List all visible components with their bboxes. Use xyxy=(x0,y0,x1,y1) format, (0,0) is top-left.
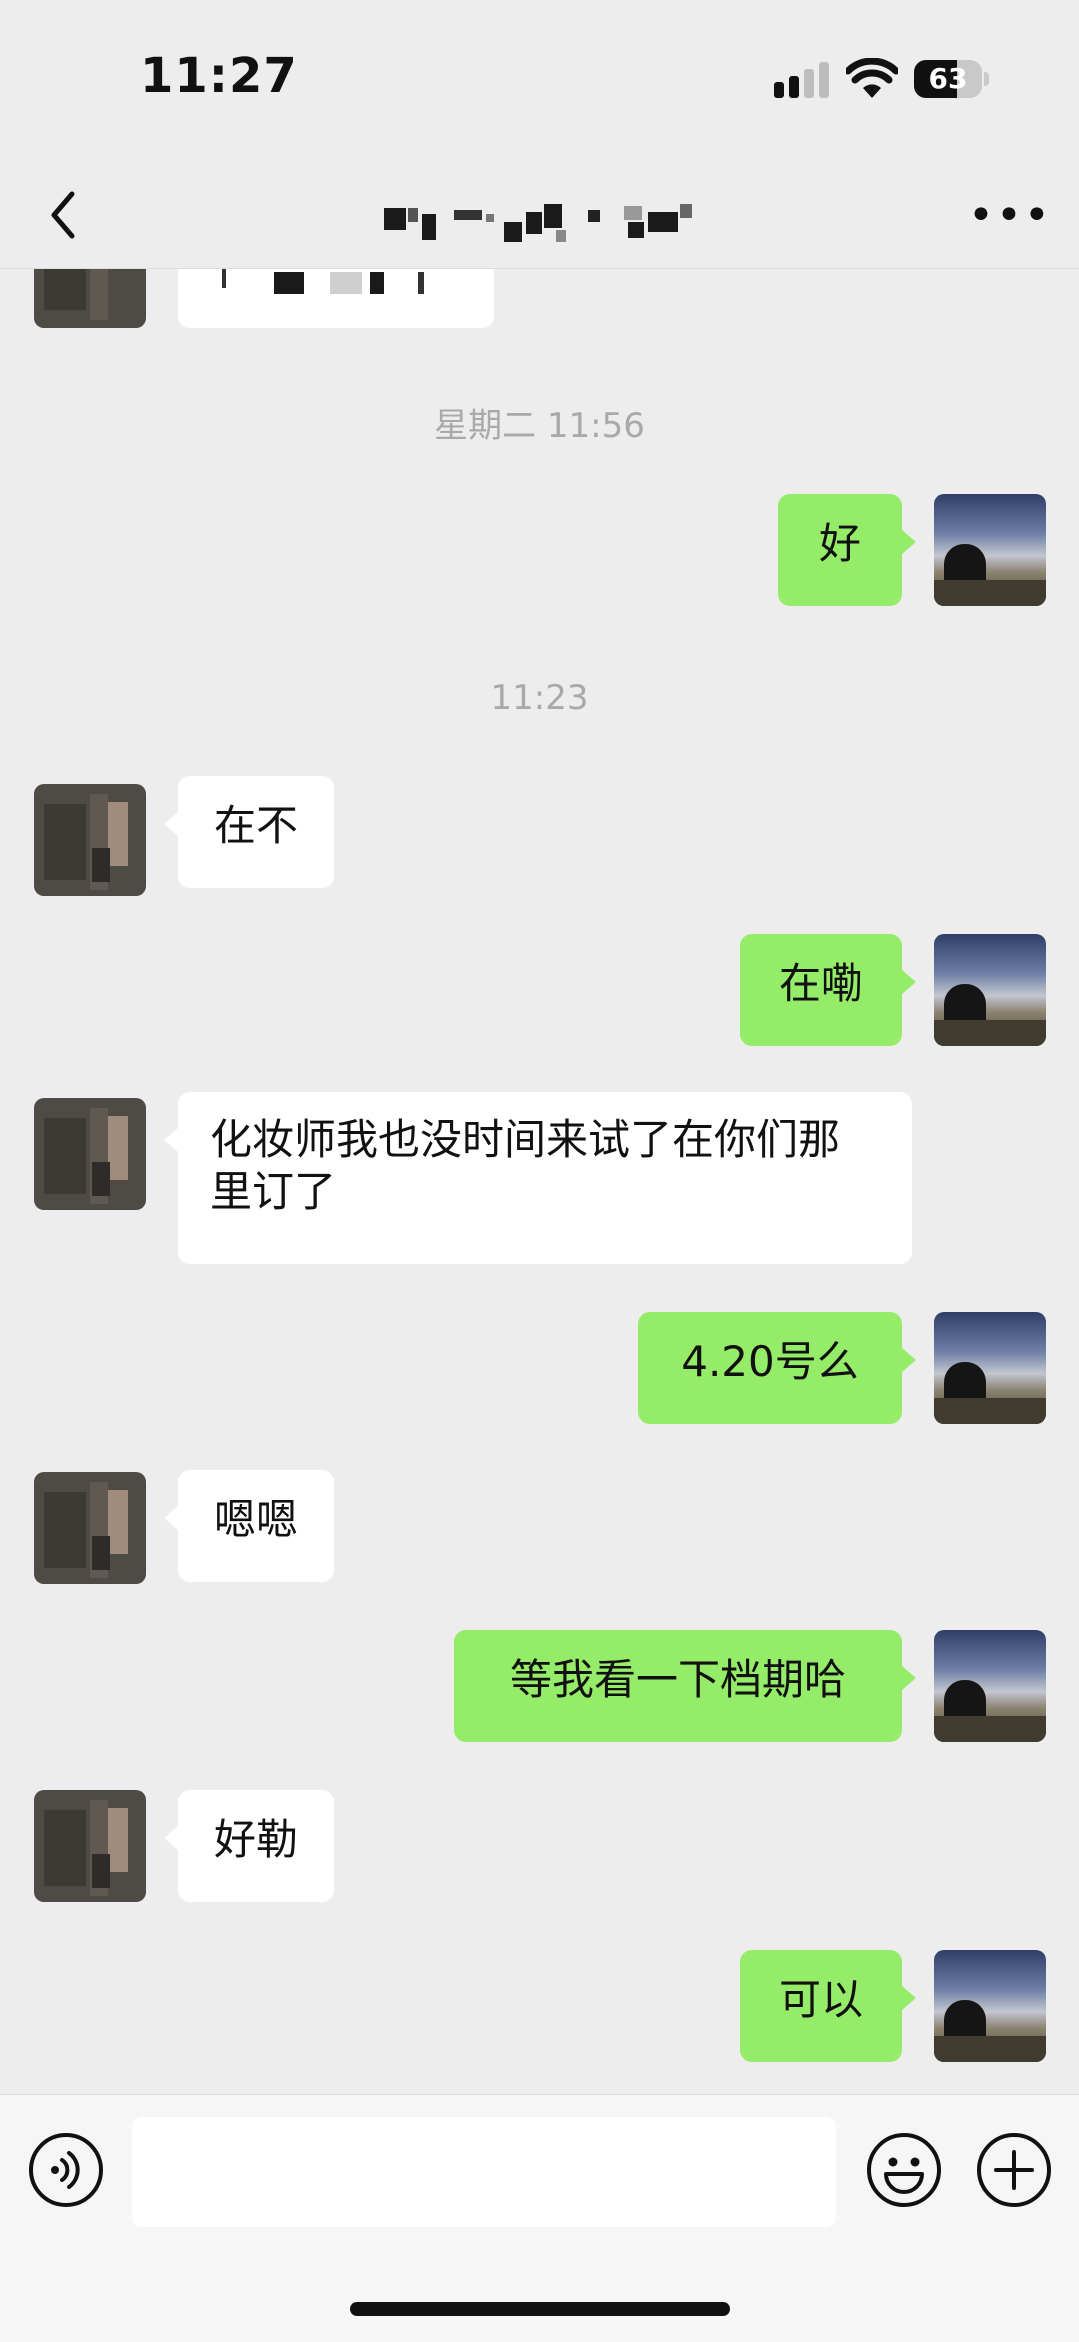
wifi-icon xyxy=(846,58,898,98)
cellular-signal-icon xyxy=(774,62,829,98)
emoji-icon[interactable] xyxy=(866,2132,942,2208)
my-avatar[interactable] xyxy=(934,934,1046,1046)
avatar-pixel xyxy=(92,1162,110,1196)
status-bar: 11:27 63 xyxy=(0,0,1079,160)
avatar-hill xyxy=(934,1020,1046,1046)
contact-avatar[interactable] xyxy=(34,1790,146,1902)
contact-avatar[interactable] xyxy=(34,1472,146,1584)
message-bubble-incoming[interactable]: 好勒 xyxy=(163,1790,335,1902)
avatar-hill xyxy=(934,580,1046,606)
avatar-pixel xyxy=(108,802,128,866)
my-avatar[interactable] xyxy=(934,1312,1046,1424)
my-avatar[interactable] xyxy=(934,1950,1046,2062)
message-bubble-incoming[interactable]: 嗯嗯 xyxy=(163,1470,335,1582)
avatar-pixel xyxy=(108,1808,128,1872)
avatar-pixel xyxy=(44,1118,86,1194)
avatar-pixel xyxy=(44,804,86,880)
more-ellipsis-icon[interactable]: ••• xyxy=(968,186,1050,246)
message-bubble-outgoing[interactable]: 好 xyxy=(778,494,916,606)
plus-icon[interactable] xyxy=(976,2132,1052,2208)
status-time: 11:27 xyxy=(140,48,298,104)
avatar-pixel xyxy=(108,1116,128,1180)
timestamp: 11:23 xyxy=(490,678,589,718)
avatar-pixel xyxy=(108,1490,128,1554)
message-bubble-outgoing[interactable]: 等我看一下档期哈 xyxy=(454,1630,916,1742)
message-bubble-incoming[interactable]: 化妆师我也没时间来试了在你们那里订了 xyxy=(164,1092,912,1264)
avatar-pixel xyxy=(92,1536,110,1570)
avatar-pixel xyxy=(44,1492,86,1568)
avatar-pixel xyxy=(92,1854,110,1888)
message-bubble-incoming[interactable]: 在不 xyxy=(163,776,335,888)
avatar-hill xyxy=(934,1716,1046,1742)
contact-avatar[interactable] xyxy=(34,1098,146,1210)
my-avatar[interactable] xyxy=(934,1630,1046,1742)
message-bubble-outgoing[interactable]: 可以 xyxy=(740,1950,916,2062)
contact-avatar[interactable] xyxy=(34,784,146,896)
avatar-pixel xyxy=(44,1810,86,1886)
avatar-hill xyxy=(934,2036,1046,2062)
home-indicator[interactable] xyxy=(350,2302,730,2316)
battery-icon: 63 xyxy=(914,60,982,98)
timestamp: 星期二 11:56 xyxy=(434,406,645,446)
avatar-hill xyxy=(934,1398,1046,1424)
chevron-left-icon[interactable] xyxy=(36,180,92,250)
battery-level: 63 xyxy=(928,62,968,95)
avatar-pixel xyxy=(92,848,110,882)
chat-header: ••• xyxy=(0,160,1079,269)
battery-cap xyxy=(984,72,989,86)
chat-title-redacted xyxy=(384,204,692,242)
voice-icon[interactable] xyxy=(28,2132,104,2208)
message-text-input[interactable] xyxy=(132,2117,836,2227)
message-bubble-outgoing[interactable]: 4.20号么 xyxy=(638,1312,916,1424)
message-bubble-outgoing[interactable]: 在嘞 xyxy=(740,934,916,1046)
my-avatar[interactable] xyxy=(934,494,1046,606)
